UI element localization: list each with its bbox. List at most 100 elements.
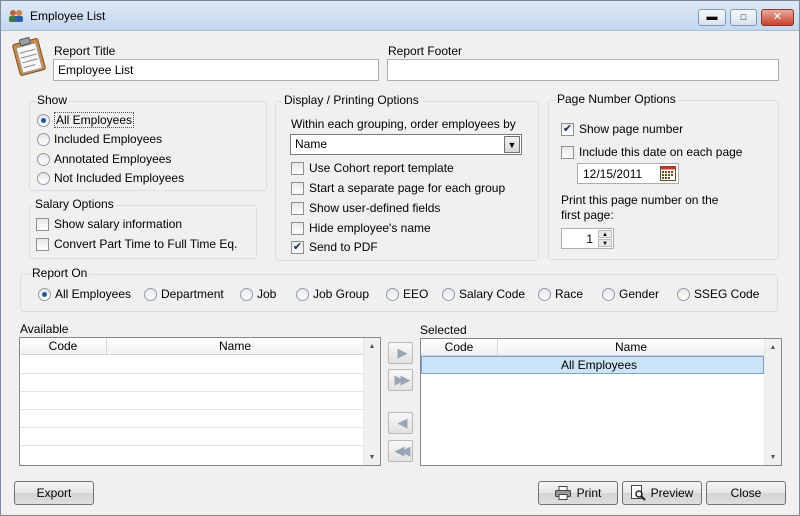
move-all-left-button[interactable]: ◀◀ [388,440,413,462]
employee-list-window: Employee List ▬ □ ✕ Report Title Employe… [0,0,800,516]
radio-icon [144,287,157,301]
table-row[interactable]: All Employees [421,356,764,374]
print-button[interactable]: Print [538,481,618,505]
export-button[interactable]: Export [14,481,94,505]
scroll-up-icon[interactable]: ▲ [364,338,380,354]
radio-icon [37,171,50,185]
radio-icon [37,152,50,166]
move-right-button[interactable]: ▶ [388,342,413,364]
report-title-input[interactable]: Employee List [53,59,379,81]
hide-name-checkbox[interactable]: Hide employee's name [291,221,431,235]
move-all-right-button[interactable]: ▶▶ [388,369,413,391]
close-icon: ✕ [772,11,783,23]
selected-scrollbar[interactable]: ▲ ▼ [764,339,781,465]
first-page-number-spinner[interactable]: 1 ▲ ▼ [561,228,614,249]
report-on-job-group[interactable]: Job Group [296,287,369,301]
column-header-name[interactable]: Name [498,339,764,355]
move-left-button[interactable]: ◀ [388,412,413,434]
report-on-label: Report On [30,266,90,280]
radio-selected-icon [38,287,51,301]
column-header-name[interactable]: Name [107,338,363,354]
report-on-salary-code[interactable]: Salary Code [442,287,525,301]
column-header-code[interactable]: Code [20,338,107,354]
show-option-all-employees[interactable]: All Employees [37,112,135,128]
order-by-label: Within each grouping, order employees by [291,117,516,131]
row-divider [20,391,363,392]
show-option-annotated-employees[interactable]: Annotated Employees [37,152,171,166]
cohort-template-checkbox[interactable]: Use Cohort report template [291,161,454,175]
radio-icon [240,287,253,301]
people-icon [9,10,23,22]
minimize-icon: ▬ [706,11,718,23]
window-title: Employee List [30,9,106,23]
double-arrow-left-icon: ◀◀ [394,443,411,458]
report-footer-input[interactable] [387,59,779,81]
show-option-included-employees[interactable]: Included Employees [37,132,162,146]
checkbox-icon [291,221,304,235]
minimize-button[interactable]: ▬ [698,9,726,26]
spinner-up-icon[interactable]: ▲ [598,230,612,238]
double-arrow-right-icon: ▶▶ [394,372,411,387]
maximize-button[interactable]: □ [730,9,757,26]
scroll-down-icon[interactable]: ▼ [765,449,781,465]
arrow-left-icon: ◀ [397,415,408,430]
radio-icon [442,287,455,301]
clipboard-icon [12,37,46,76]
show-salary-checkbox[interactable]: Show salary information [36,217,182,231]
show-page-number-checkbox[interactable]: ✔ Show page number [561,122,683,136]
report-on-gender[interactable]: Gender [602,287,659,301]
spinner-down-icon[interactable]: ▼ [598,239,612,247]
row-divider [20,445,363,446]
available-list-header: Code Name [20,338,363,355]
report-on-eeo[interactable]: EEO [386,287,428,301]
close-window-button[interactable]: ✕ [761,9,794,26]
report-on-sseg-code[interactable]: SSEG Code [677,287,759,301]
report-on-race[interactable]: Race [538,287,583,301]
available-label: Available [20,322,69,336]
checkbox-icon [36,217,49,231]
radio-selected-icon [37,113,50,127]
salary-options-label: Salary Options [33,197,116,211]
include-date-checkbox[interactable]: Include this date on each page [561,145,742,159]
chevron-down-icon: ▼ [504,136,520,153]
show-option-not-included-employees[interactable]: Not Included Employees [37,171,184,185]
checkbox-icon [291,201,304,215]
date-picker[interactable]: 12/15/2011 [577,163,679,184]
page-number-options-label: Page Number Options [555,92,678,106]
row-divider [20,427,363,428]
maximize-icon: □ [740,12,747,22]
close-button[interactable]: Close [706,481,786,505]
report-on-department[interactable]: Department [144,287,224,301]
first-page-label-line1: Print this page number on the [561,193,719,207]
scroll-down-icon[interactable]: ▼ [364,449,380,465]
checkbox-icon [36,237,49,251]
preview-button[interactable]: Preview [622,481,702,505]
scroll-up-icon[interactable]: ▲ [765,339,781,355]
available-list[interactable]: Code Name ▲ ▼ [19,337,381,466]
selected-list-header: Code Name [421,339,764,356]
calendar-icon[interactable] [660,166,676,181]
radio-icon [602,287,615,301]
radio-icon [677,287,690,301]
report-on-job[interactable]: Job [240,287,276,301]
separate-page-checkbox[interactable]: Start a separate page for each group [291,181,505,195]
convert-part-time-checkbox[interactable]: Convert Part Time to Full Time Eq. [36,237,237,251]
order-by-select[interactable]: Name ▼ [290,134,522,155]
send-to-pdf-checkbox[interactable]: ✔ Send to PDF [291,240,378,254]
show-label: Show [35,93,70,107]
checkbox-icon [291,181,304,195]
column-header-code[interactable]: Code [421,339,498,355]
radio-icon [386,287,399,301]
title-bar[interactable]: Employee List ▬ □ ✕ [1,1,799,31]
display-options-label: Display / Printing Options [282,93,421,107]
row-divider [20,373,363,374]
radio-icon [296,287,309,301]
checkbox-icon [561,145,574,159]
selected-label: Selected [420,323,467,337]
checkbox-icon [291,161,304,175]
available-scrollbar[interactable]: ▲ ▼ [363,338,380,465]
selected-list[interactable]: Code Name All Employees ▲ ▼ [420,338,782,466]
checkbox-checked-icon: ✔ [291,240,304,254]
user-defined-fields-checkbox[interactable]: Show user-defined fields [291,201,440,215]
report-on-all-employees[interactable]: All Employees [38,287,131,301]
